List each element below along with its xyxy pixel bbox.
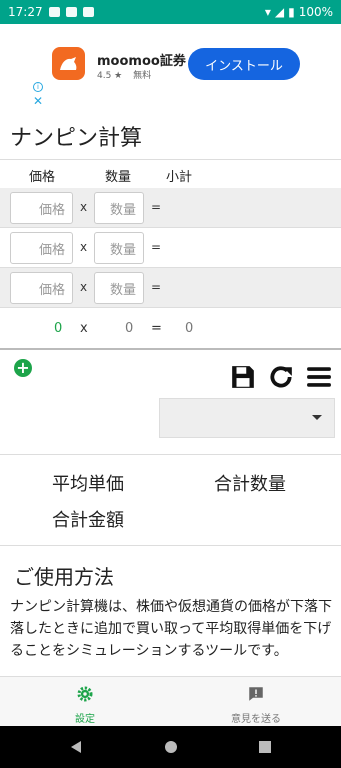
divider — [0, 348, 341, 350]
menu-icon[interactable] — [306, 364, 332, 390]
chevron-down-icon — [312, 415, 322, 420]
multiply-sign: x — [80, 200, 88, 214]
equals-sign: = — [151, 321, 162, 336]
equals-sign: = — [151, 200, 162, 214]
nav-settings-label: 設定 — [75, 714, 95, 725]
signal-icon: ◢ — [274, 5, 285, 19]
multiply-sign: x — [80, 240, 88, 254]
total-qty-label: 合計数量 — [214, 474, 286, 495]
ad-banner[interactable]: moomoo証券 4.5 ★ 無料 インストール i ✕ — [0, 24, 341, 108]
nav-feedback-label: 意見を送る — [231, 714, 281, 725]
table-row: 価格 x 数量 = — [0, 228, 341, 268]
home-icon[interactable] — [165, 741, 177, 753]
status-time: 17:27 — [8, 5, 43, 19]
wifi-icon: ▾ — [264, 5, 271, 19]
table-row: 価格 x 数量 = — [0, 268, 341, 308]
multiply-sign: x — [80, 321, 88, 336]
multiply-sign: x — [80, 280, 88, 294]
header-subtotal: 小計 — [166, 170, 193, 185]
total-qty: 0 — [125, 321, 134, 336]
qty-input[interactable]: 数量 — [94, 192, 144, 224]
ad-price: 無料 — [133, 71, 152, 81]
header-qty: 数量 — [105, 170, 132, 185]
ad-rating: 4.5 ★ 無料 — [97, 68, 151, 81]
save-icon[interactable] — [230, 364, 256, 390]
price-input[interactable]: 価格 — [10, 272, 73, 304]
notification-icon — [48, 7, 60, 17]
qty-input[interactable]: 数量 — [94, 232, 144, 264]
total-amount-label: 合計金額 — [52, 510, 124, 531]
price-input[interactable]: 価格 — [10, 232, 73, 264]
total-subtotal: 0 — [185, 321, 194, 336]
add-row-icon[interactable]: + — [14, 359, 32, 377]
nav-settings[interactable]: 設定 — [25, 685, 145, 725]
upload-icon — [65, 7, 77, 17]
saved-list-select[interactable] — [159, 398, 335, 438]
qty-input[interactable]: 数量 — [94, 272, 144, 304]
nav-feedback[interactable]: 意見を送る — [196, 685, 316, 725]
total-price: 0 — [54, 321, 63, 336]
table-row: 価格 x 数量 = — [0, 188, 341, 228]
moomoo-logo-icon — [52, 47, 85, 80]
sync-icon — [82, 7, 94, 17]
divider — [0, 454, 341, 455]
divider — [0, 159, 341, 160]
ad-close-icon[interactable]: ✕ — [33, 94, 43, 108]
back-icon[interactable] — [71, 741, 81, 753]
equals-sign: = — [151, 280, 162, 294]
usage-text: ナンピン計算機は、株価や仮想通貨の価格が下落下落したときに追加で買い取って平均取… — [10, 599, 332, 659]
price-input[interactable]: 価格 — [10, 192, 73, 224]
average-price-label: 平均単価 — [52, 474, 124, 495]
total-row: 0 x 0 = 0 — [0, 310, 341, 350]
battery-level: 100% — [298, 5, 333, 19]
bottom-nav: 設定 意見を送る — [0, 676, 341, 726]
page-title: ナンピン計算 — [10, 126, 143, 151]
ad-title: moomoo証券 — [97, 54, 186, 69]
equals-sign: = — [151, 240, 162, 254]
system-nav-bar — [0, 726, 341, 768]
header-price: 価格 — [29, 170, 56, 185]
status-bar: 17:27 ▾ ◢ ▮ 100% — [0, 0, 341, 24]
gear-icon — [77, 686, 93, 702]
feedback-icon — [249, 687, 263, 701]
ad-rating-value: 4.5 ★ — [97, 71, 123, 81]
ad-install-button[interactable]: インストール — [188, 48, 300, 80]
divider — [0, 545, 341, 546]
battery-icon: ▮ — [288, 5, 295, 19]
ad-info-icon[interactable]: i — [33, 82, 43, 92]
refresh-icon[interactable] — [268, 364, 294, 390]
recents-icon[interactable] — [259, 741, 271, 753]
usage-title: ご使用方法 — [14, 565, 114, 589]
